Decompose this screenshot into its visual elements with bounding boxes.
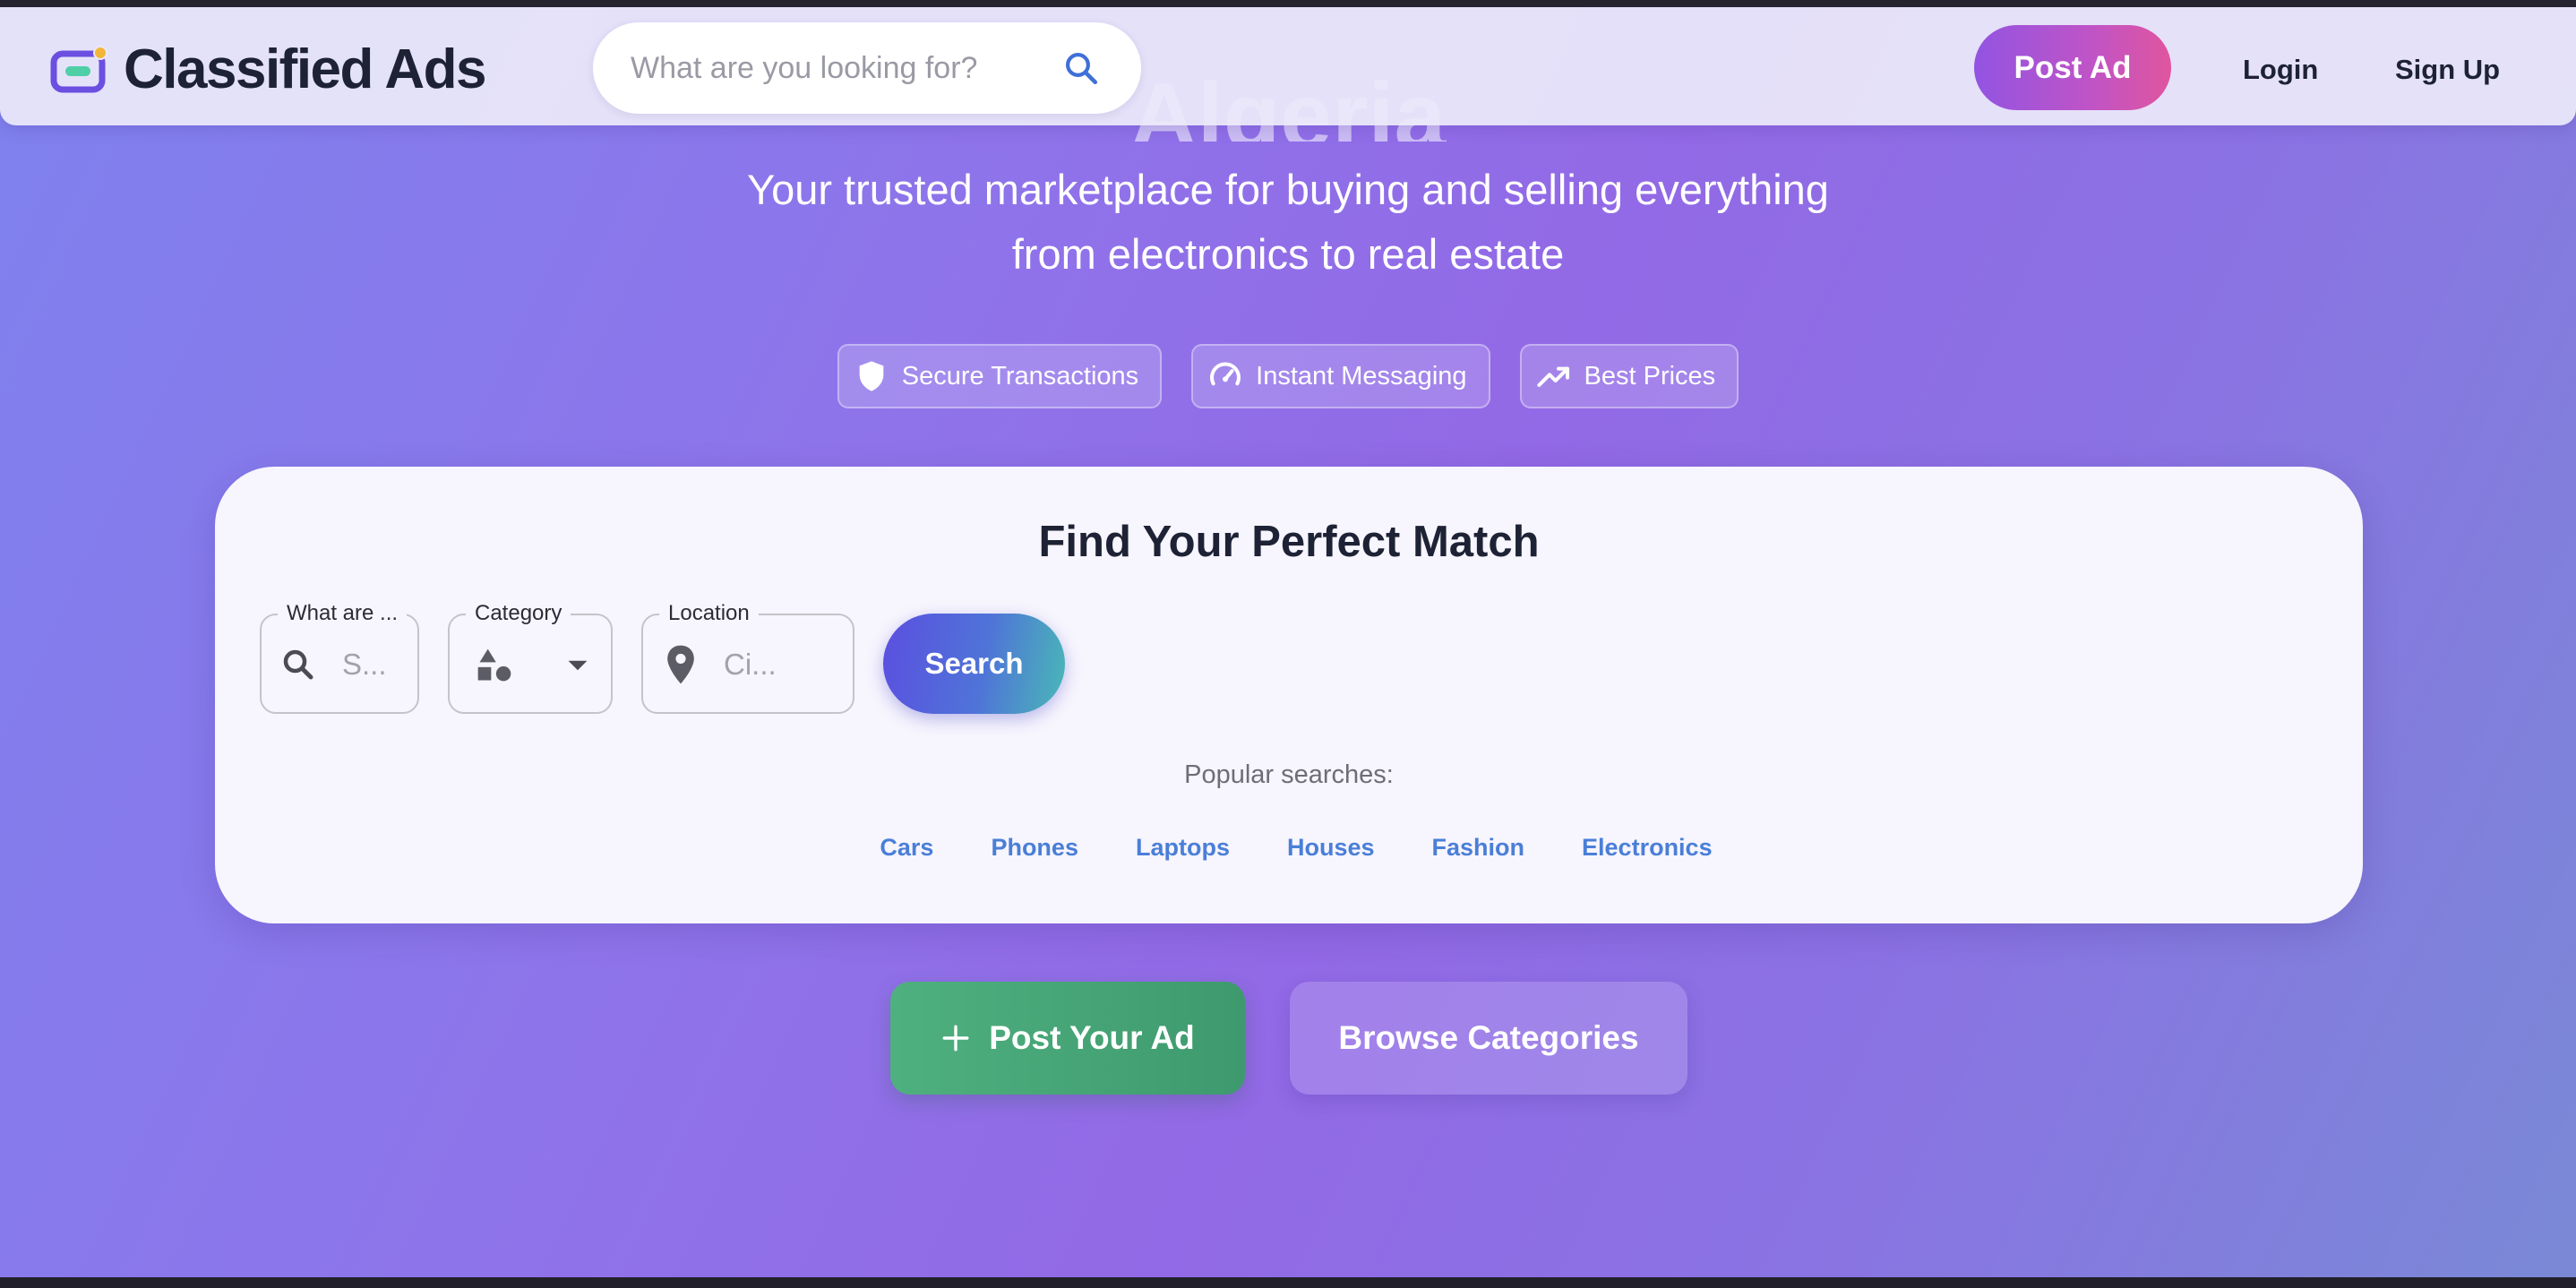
keyword-field[interactable]: What are ... S...: [260, 601, 419, 714]
trending-up-icon: [1536, 366, 1569, 387]
popular-tag-laptops[interactable]: Laptops: [1136, 834, 1230, 862]
post-ad-button[interactable]: Post Ad: [1974, 25, 2171, 110]
badge-label: Instant Messaging: [1256, 361, 1467, 391]
category-shapes-icon: [477, 648, 511, 682]
brand-logo[interactable]: Classified Ads: [50, 38, 486, 101]
browse-categories-button[interactable]: Browse Categories: [1290, 982, 1687, 1095]
location-field[interactable]: Location Ci...: [641, 601, 854, 714]
feature-badges: Secure Transactions Instant Messaging Be…: [0, 344, 2576, 408]
popular-tag-cars[interactable]: Cars: [880, 834, 933, 862]
window-top-strip: [0, 0, 2576, 7]
badge-label: Best Prices: [1584, 361, 1716, 391]
badge-secure-transactions: Secure Transactions: [837, 344, 1163, 408]
search-card: Find Your Perfect Match What are ... S..…: [215, 467, 2363, 923]
location-placeholder: Ci...: [724, 648, 777, 681]
plus-icon: [942, 1025, 969, 1052]
location-field-label: Location: [659, 601, 759, 626]
popular-searches-label: Popular searches:: [1184, 760, 1394, 789]
logo-icon: [50, 45, 107, 95]
hero-subtitle: Your trusted marketplace for buying and …: [661, 158, 1915, 287]
post-your-ad-button[interactable]: Post Your Ad: [890, 982, 1245, 1095]
chevron-down-icon: [568, 660, 588, 671]
brand-name: Classified Ads: [124, 39, 486, 100]
search-button[interactable]: Search: [883, 614, 1065, 714]
hero-subtitle-line2: from electronics to real estate: [1011, 230, 1565, 278]
keyword-placeholder: S...: [342, 648, 387, 681]
speedometer-icon: [1210, 362, 1241, 386]
shield-icon: [859, 361, 884, 391]
badge-instant-messaging: Instant Messaging: [1191, 344, 1490, 408]
popular-tag-houses[interactable]: Houses: [1287, 834, 1375, 862]
badge-best-prices: Best Prices: [1519, 344, 1739, 408]
category-select[interactable]: Category: [448, 601, 613, 714]
map-pin-icon: [667, 645, 694, 684]
search-icon[interactable]: [1062, 49, 1100, 87]
popular-tag-fashion[interactable]: Fashion: [1432, 834, 1525, 862]
popular-tag-electronics[interactable]: Electronics: [1582, 834, 1713, 862]
header-search-input[interactable]: [631, 50, 1052, 86]
keyword-field-label: What are ...: [278, 601, 408, 626]
popular-tag-phones[interactable]: Phones: [991, 834, 1078, 862]
popular-tags: Cars Phones Laptops Houses Fashion Elect…: [215, 834, 2363, 862]
window-bottom-strip: [0, 1277, 2576, 1288]
hero-section: Algeria Your trusted marketplace for buy…: [0, 7, 2576, 1281]
category-select-label: Category: [466, 601, 571, 626]
signup-link[interactable]: Sign Up: [2395, 54, 2500, 86]
hero-subtitle-line1: Your trusted marketplace for buying and …: [747, 166, 1829, 213]
top-navbar: Classified Ads Post Ad Login Sign Up: [0, 7, 2576, 125]
badge-label: Secure Transactions: [901, 361, 1139, 391]
login-link[interactable]: Login: [2243, 54, 2318, 86]
search-card-title: Find Your Perfect Match: [1038, 518, 1540, 566]
search-icon: [283, 649, 313, 680]
post-your-ad-label: Post Your Ad: [989, 1019, 1195, 1056]
header-search: [593, 22, 1141, 114]
